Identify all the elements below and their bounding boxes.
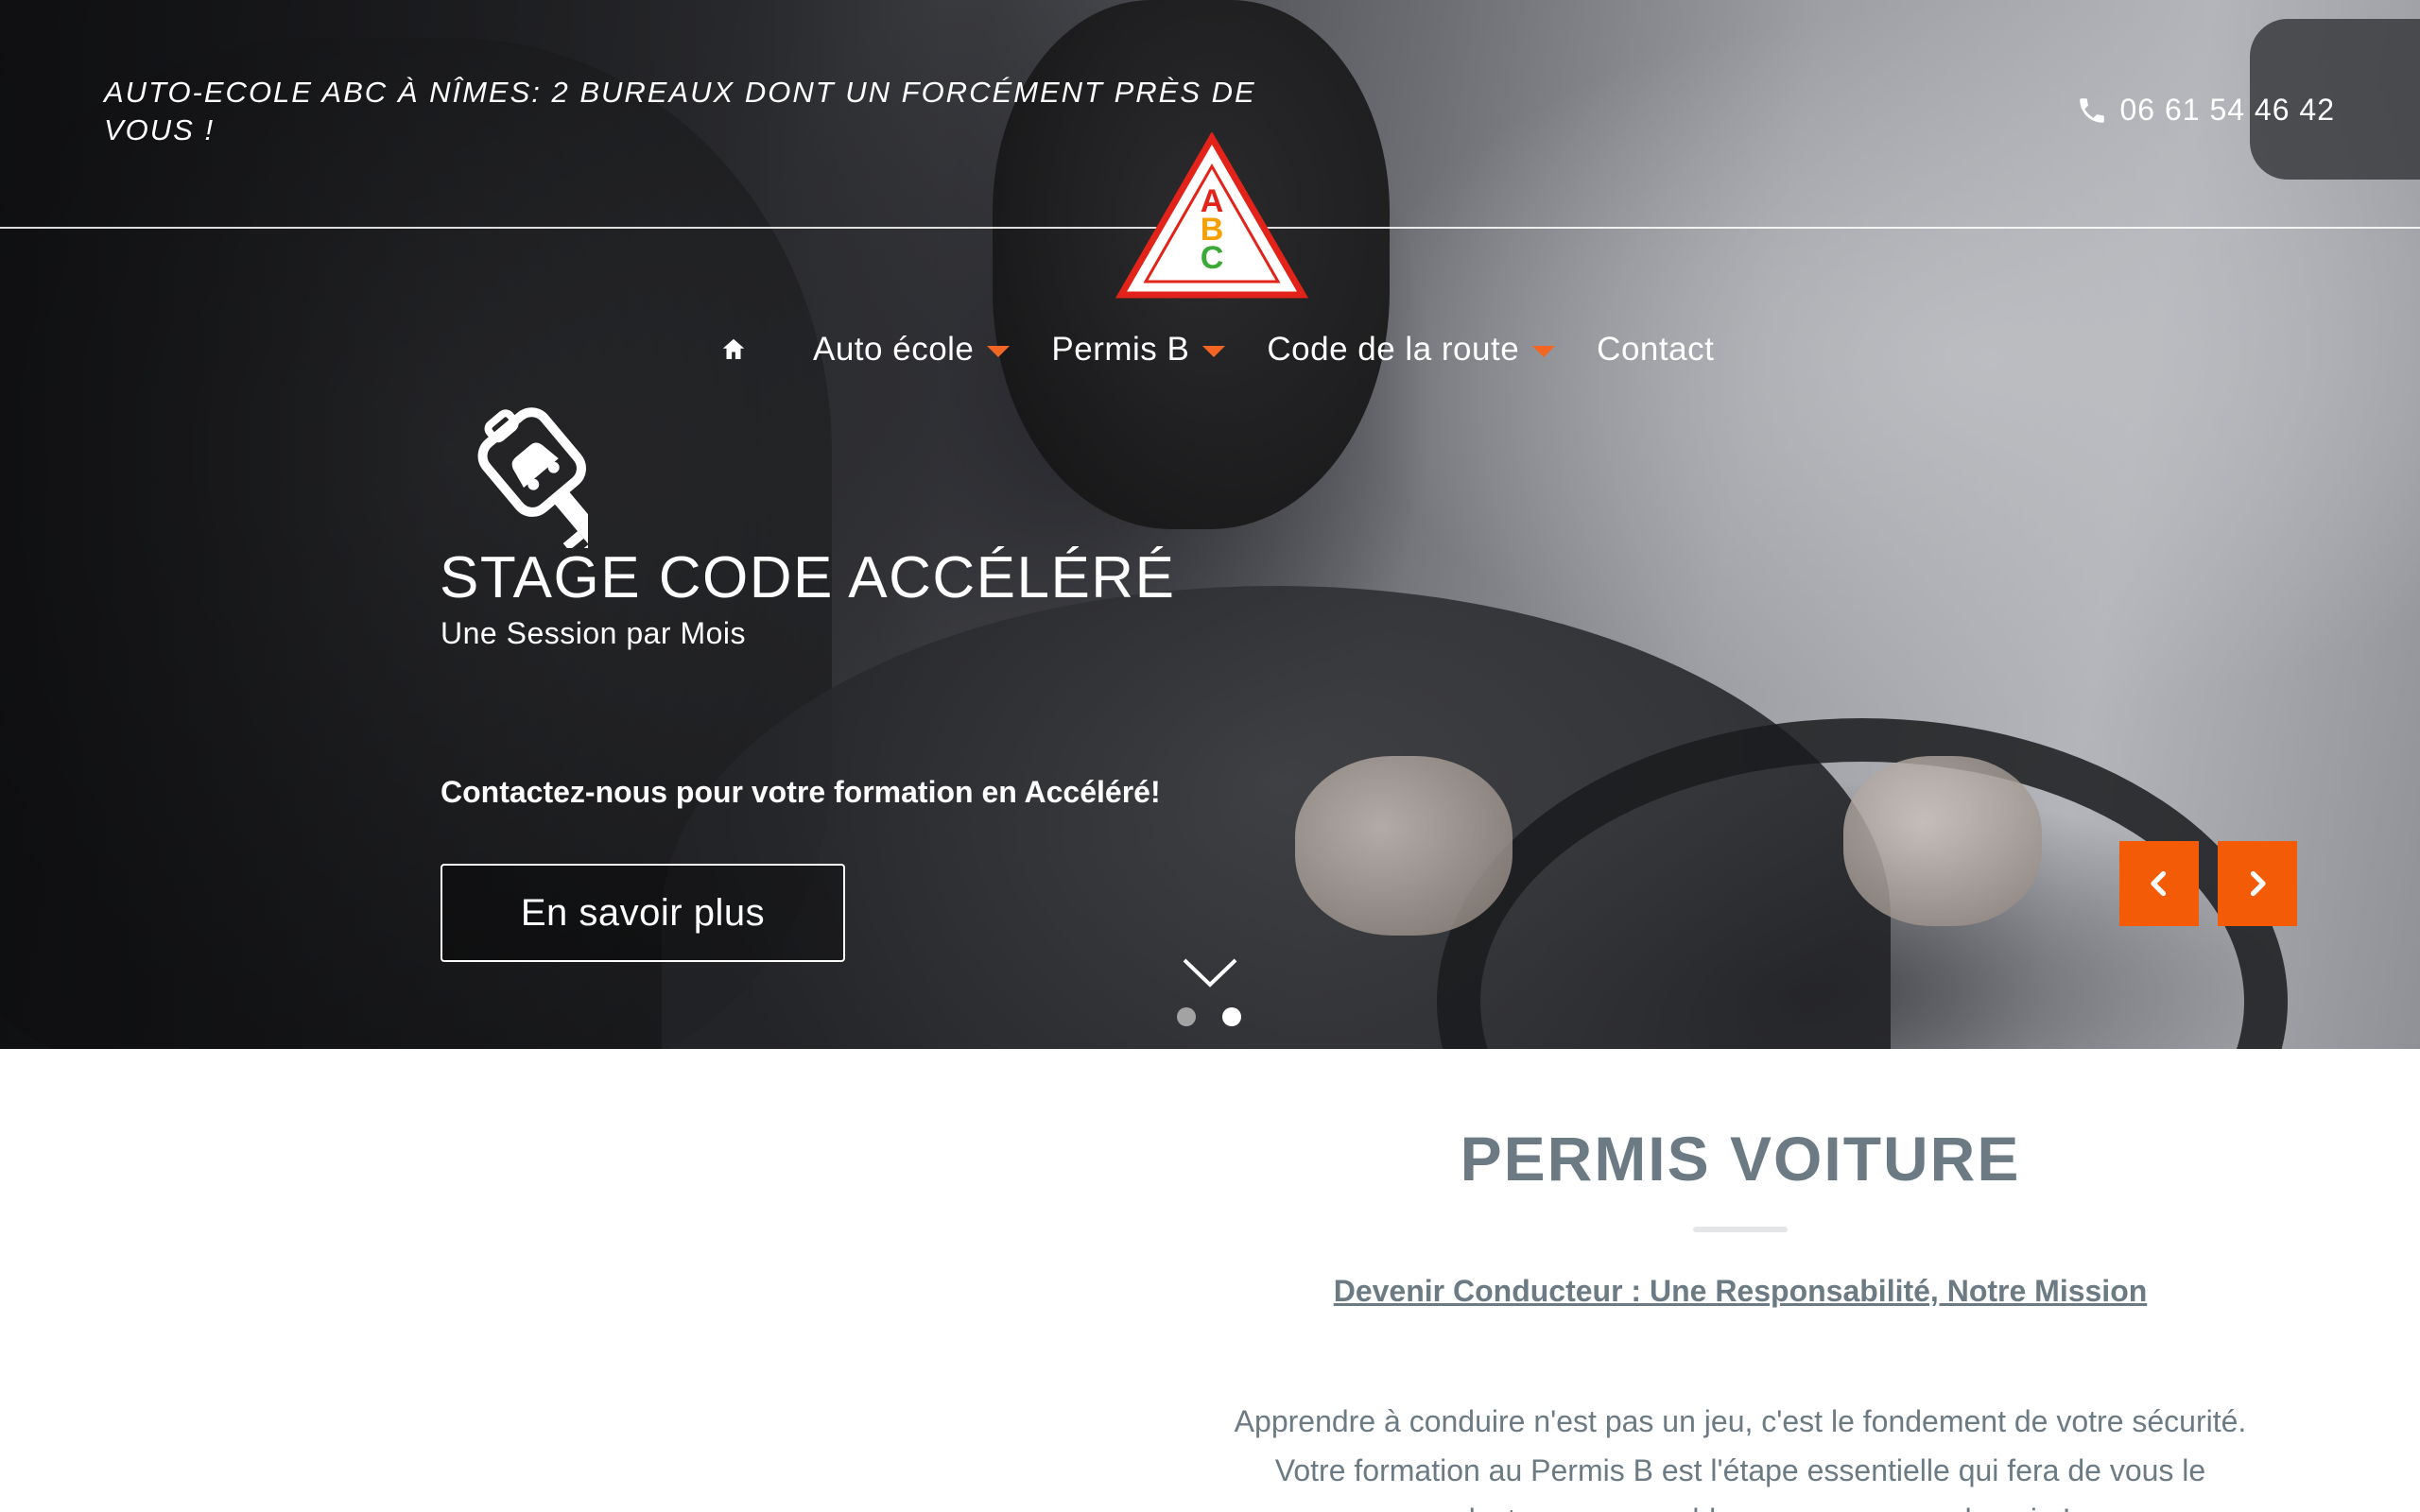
nav-item-label: Code de la route (1267, 331, 1520, 368)
slider-next-button[interactable] (2218, 841, 2297, 926)
chevron-down-icon[interactable] (1182, 956, 1238, 990)
nav-item-label: Permis B (1051, 331, 1190, 368)
home-icon (722, 338, 745, 359)
logo-letter-c: C (1201, 240, 1224, 276)
section-text: Apprendre à conduire n'est pas un jeu, c… (1163, 1397, 2318, 1512)
caret-down-icon (987, 346, 1011, 357)
section-title: PERMIS VOITURE (1460, 1124, 2021, 1194)
slide-title: STAGE CODE ACCÉLÉRÉ (440, 545, 1176, 610)
slider-prev-button[interactable] (2119, 841, 2199, 926)
nav-item-contact[interactable]: Contact (1597, 331, 1714, 369)
main-nav: Auto école Permis B Code de la route Con… (715, 321, 1714, 378)
chevron-left-icon (2151, 870, 2167, 897)
hero-slider: AUTO-ECOLE ABC À NÎMES: 2 BUREAUX DONT U… (0, 0, 2420, 1049)
nav-item-permis-b[interactable]: Permis B (1051, 331, 1226, 369)
section-divider (1693, 1227, 1788, 1232)
nav-home[interactable] (715, 331, 752, 369)
caret-down-icon (1202, 346, 1226, 357)
section-text-line-2: Votre formation au Permis B est l'étape … (1274, 1453, 2206, 1487)
caret-down-icon (1532, 346, 1556, 357)
nav-item-code-de-la-route[interactable]: Code de la route (1267, 331, 1556, 369)
slider-dots (1177, 1007, 1241, 1026)
hero-left-hand (1295, 756, 1512, 936)
nav-item-auto-ecole[interactable]: Auto école (813, 331, 1011, 369)
hero-right-hand (1843, 756, 2042, 926)
phone-number: 06 61 54 46 42 (2119, 93, 2335, 127)
section-text-line-1: Apprendre à conduire n'est pas un jeu, c… (1234, 1404, 2247, 1438)
nav-item-label: Contact (1597, 331, 1715, 368)
slider-dot-1[interactable] (1177, 1007, 1196, 1026)
abc-logo[interactable]: A B C (1115, 132, 1308, 302)
en-savoir-plus-button[interactable]: En savoir plus (441, 864, 845, 962)
slider-dot-2[interactable] (1222, 1007, 1241, 1026)
car-key-icon (477, 407, 588, 548)
nav-item-label: Auto école (813, 331, 975, 368)
section-text-line-3: conducteur responsable que vous serez de… (1409, 1503, 2070, 1512)
header-phone[interactable]: 06 61 54 46 42 (2076, 93, 2335, 128)
slide-subtitle: Une Session par Mois (441, 616, 747, 650)
chevron-right-icon (2250, 870, 2266, 897)
slide-cta-text: Contactez-nous pour votre formation en A… (441, 775, 1161, 809)
phone-icon (2080, 97, 2105, 123)
section-link[interactable]: Devenir Conducteur : Une Responsabilité,… (1197, 1274, 2284, 1309)
